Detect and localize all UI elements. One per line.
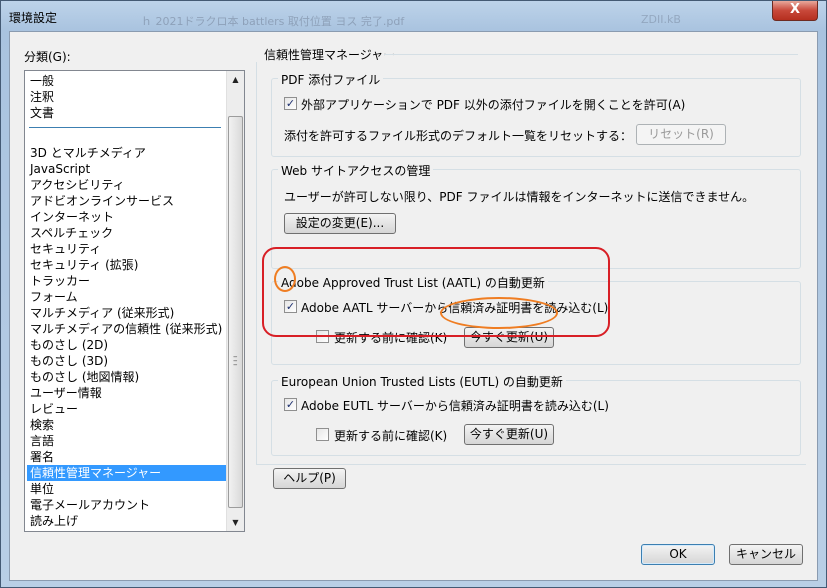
allow-external-checkbox[interactable]: ✓ xyxy=(284,97,297,110)
list-item[interactable]: 文書 xyxy=(27,105,226,121)
close-icon: X xyxy=(789,2,801,17)
list-item[interactable]: ものさし (3D) xyxy=(27,353,226,369)
list-item[interactable]: レビュー xyxy=(27,401,226,417)
reset-description: 添付を許可するファイル形式のデフォルト一覧をリセットする： xyxy=(284,129,633,143)
eutl-confirm-label: 更新する前に確認(K) xyxy=(334,429,448,443)
cancel-button[interactable]: キャンセル xyxy=(729,544,803,565)
list-item[interactable]: マルチメディア (従来形式) xyxy=(27,305,226,321)
ok-button[interactable]: OK xyxy=(641,544,715,565)
list-item[interactable]: トラッカー xyxy=(27,273,226,289)
list-item[interactable]: セキュリティ xyxy=(27,241,226,257)
list-item[interactable]: ものさし (地図情報) xyxy=(27,369,226,385)
window-title: 環境設定 xyxy=(9,11,58,25)
title-divider xyxy=(384,54,798,55)
eutl-load-checkbox[interactable]: ✓ xyxy=(284,398,297,411)
categories-scrollbar[interactable]: ▲ – – – ▼ xyxy=(226,71,244,531)
list-item[interactable]: 検索 xyxy=(27,417,226,433)
list-item[interactable]: 署名 xyxy=(27,449,226,465)
scroll-thumb[interactable]: – – – xyxy=(228,116,243,508)
eutl-confirm-checkbox[interactable] xyxy=(316,428,329,441)
list-item[interactable]: アドビオンラインサービス xyxy=(27,193,226,209)
list-item[interactable]: セキュリティ (拡張) xyxy=(27,257,226,273)
list-separator xyxy=(29,127,221,128)
list-item[interactable]: インターネット xyxy=(27,209,226,225)
preferences-window: 環境設定 ｈ 2021ドラクロ本 battlers 取付位置 ヨス 完了.pdf… xyxy=(0,0,827,588)
list-item[interactable]: 電子メールアカウント xyxy=(27,497,226,513)
categories-list[interactable]: 一般 注釈 文書 3D とマルチメディア JavaScript アクセシビリティ アドビオン… xyxy=(24,70,245,532)
list-item[interactable]: マルチメディアの信頼性 (従来形式) xyxy=(27,321,226,337)
grip-icon: – – – xyxy=(233,352,238,370)
allow-external-label: 外部アプリケーションで PDF 以外の添付ファイルを開くことを許可(A) xyxy=(301,98,686,112)
list-item[interactable]: 言語 xyxy=(27,433,226,449)
list-item[interactable]: ユーザー情報 xyxy=(27,385,226,401)
web-access-description: ユーザーが許可しない限り、PDF ファイルは情報をインターネットに送信できません… xyxy=(284,190,755,204)
scroll-up-icon[interactable]: ▲ xyxy=(227,71,244,88)
categories-label: 分類(G): xyxy=(24,50,71,64)
list-item[interactable]: JavaScript xyxy=(27,161,226,177)
list-item[interactable]: 単位 xyxy=(27,481,226,497)
list-item[interactable]: 信頼性管理マネージャー xyxy=(27,465,226,481)
background-file-size: ZDII.kB xyxy=(641,13,681,26)
aatl-checkbox-ring-annotation xyxy=(274,266,296,292)
list-item[interactable]: フォーム xyxy=(27,289,226,305)
list-item[interactable]: スペルチェック xyxy=(27,225,226,241)
aatl-highlight-annotation xyxy=(262,247,610,337)
page-title: 信頼性管理マネージャー xyxy=(264,48,396,62)
pdf-attachments-group: PDF 添付ファイル ✓ 外部アプリケーションで PDF 以外の添付ファイルを開… xyxy=(271,71,801,157)
title-bar[interactable]: 環境設定 ｈ 2021ドラクロ本 battlers 取付位置 ヨス 完了.pdf… xyxy=(1,1,826,31)
list-item[interactable]: 3D とマルチメディア xyxy=(27,145,226,161)
reset-button[interactable]: リセット(R) xyxy=(636,124,726,145)
eutl-update-now-button[interactable]: 今すぐ更新(U) xyxy=(464,424,554,445)
web-access-title: Web サイトアクセスの管理 xyxy=(278,162,434,179)
list-item[interactable]: アクセシビリティ xyxy=(27,177,226,193)
eutl-group: European Union Trusted Lists (EUTL) の自動更… xyxy=(271,373,801,456)
pdf-attachments-title: PDF 添付ファイル xyxy=(278,71,384,88)
list-item[interactable]: 一般 xyxy=(27,73,226,89)
list-item[interactable]: 注釈 xyxy=(27,89,226,105)
eutl-load-label: Adobe EUTL サーバーから信頼済み証明書を読み込む(L) xyxy=(301,399,609,413)
background-document-title: ｈ 2021ドラクロ本 battlers 取付位置 ヨス 完了.pdf xyxy=(141,15,405,28)
scroll-down-icon[interactable]: ▼ xyxy=(227,514,244,531)
list-item[interactable]: 読み上げ xyxy=(27,513,226,529)
list-item[interactable]: ものさし (2D) xyxy=(27,337,226,353)
dialog-body: 分類(G): 一般 注釈 文書 3D とマルチメディア JavaScript アクセシビリ… xyxy=(9,31,818,581)
update-now-ring-annotation xyxy=(440,297,558,329)
help-button[interactable]: ヘルプ(P) xyxy=(273,468,346,489)
change-settings-button[interactable]: 設定の変更(E)... xyxy=(284,213,396,234)
eutl-title: European Union Trusted Lists (EUTL) の自動更… xyxy=(278,373,566,390)
categories-list-items: 一般 注釈 文書 3D とマルチメディア JavaScript アクセシビリティ アドビオン… xyxy=(25,71,226,531)
close-button[interactable]: X xyxy=(772,1,818,21)
